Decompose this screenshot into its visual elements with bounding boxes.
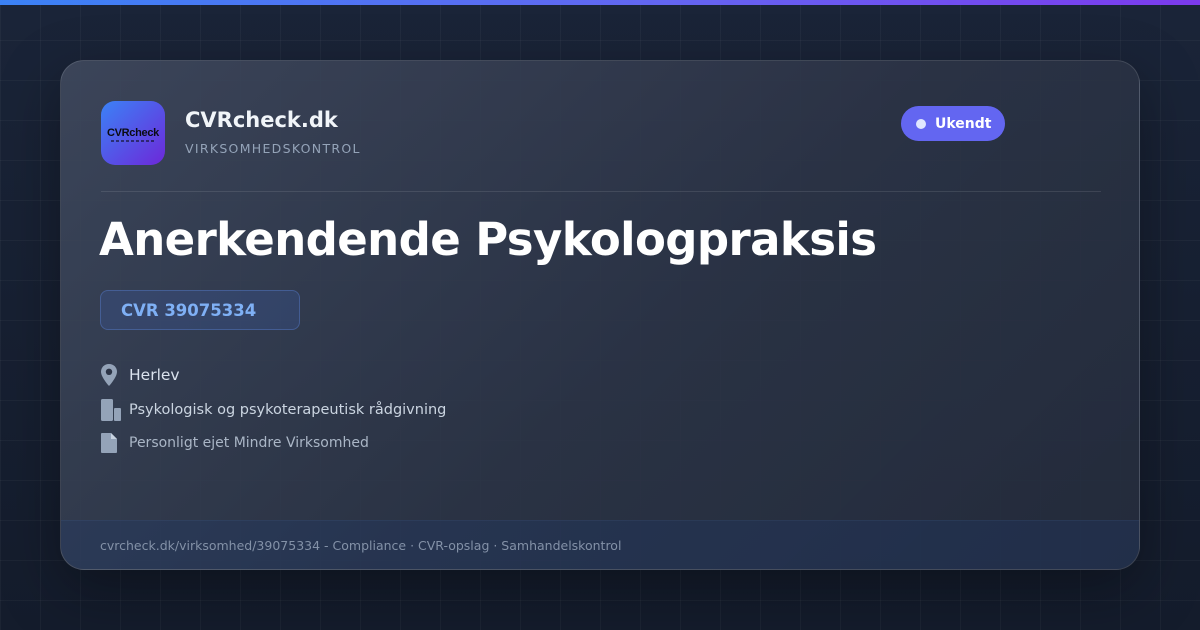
company-type-row: Personligt ejet Mindre Virksomhed: [100, 430, 369, 456]
cvr-number: CVR 39075334: [121, 300, 257, 320]
location-row: Herlev: [100, 362, 180, 388]
industry-text: Psykologisk og psykoterapeutisk rådgivni…: [129, 402, 447, 418]
brand-name: CVRcheck.dk: [185, 108, 338, 132]
brand-tagline: VIRKSOMHEDSKONTROL: [185, 141, 361, 156]
status-badge: Ukendt: [901, 106, 1005, 141]
top-accent-bar: [0, 0, 1200, 5]
company-type-text: Personligt ejet Mindre Virksomhed: [129, 435, 369, 451]
header-divider: [101, 191, 1101, 192]
brand-logo: CVRcheck: [101, 101, 165, 165]
company-name: Anerkendende Psykologpraksis: [99, 213, 877, 266]
map-pin-icon: [100, 362, 122, 388]
logo-text: CVRcheck: [106, 126, 159, 139]
document-icon: [100, 430, 122, 456]
footer-text: cvrcheck.dk/virksomhed/39075334 - Compli…: [100, 537, 622, 553]
company-card: CVRcheck CVRcheck.dk VIRKSOMHEDSKONTROL …: [60, 60, 1140, 570]
building-icon: [100, 397, 122, 423]
location-text: Herlev: [129, 366, 180, 384]
industry-row: Psykologisk og psykoterapeutisk rådgivni…: [100, 397, 446, 423]
status-dot-icon: [916, 118, 926, 129]
cvr-badge: CVR 39075334: [100, 290, 300, 330]
status-label: Ukendt: [935, 115, 992, 132]
logo-subline: [111, 140, 155, 142]
card-footer: cvrcheck.dk/virksomhed/39075334 - Compli…: [61, 520, 1139, 569]
